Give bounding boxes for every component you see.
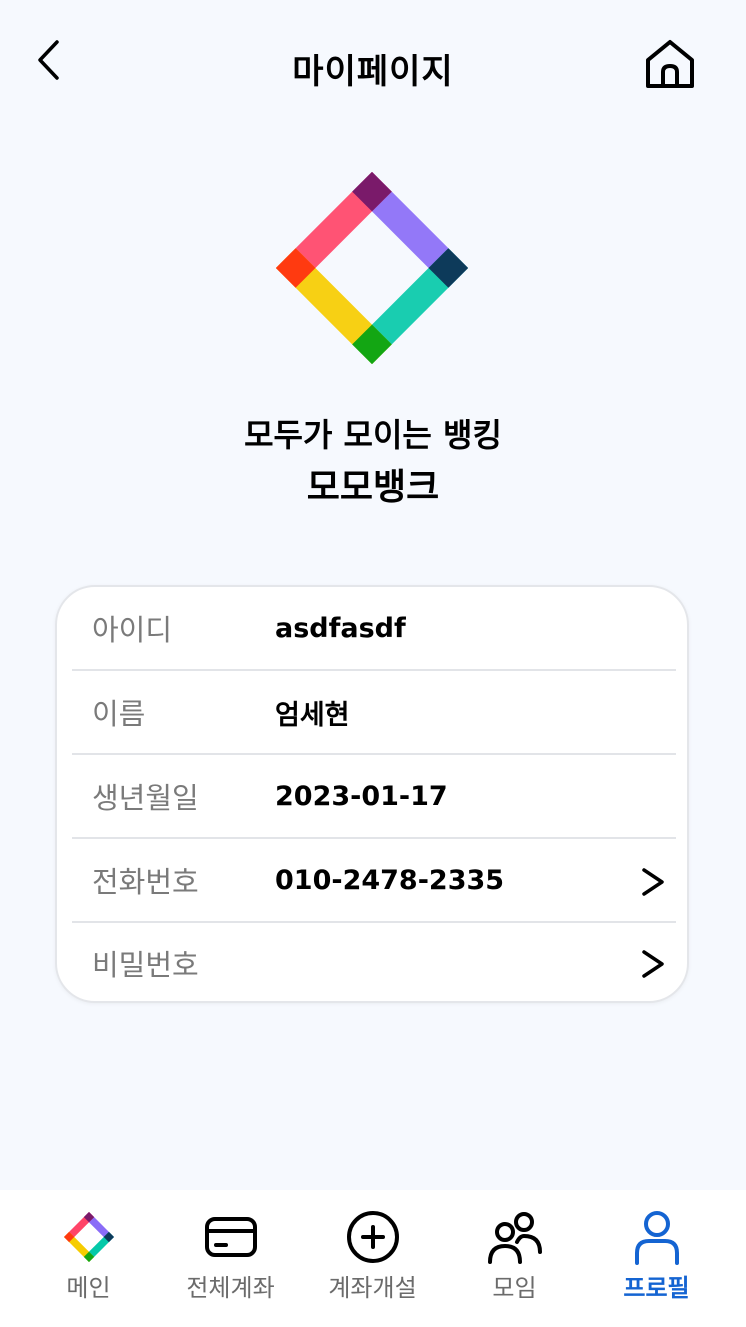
tab-profile[interactable]: 프로필 (582, 1190, 731, 1327)
tab-label: 전체계좌 (186, 1274, 275, 1302)
home-button[interactable] (640, 34, 700, 94)
brand-tagline: 모두가 모이는 뱅킹 (244, 416, 502, 454)
row-value: asdfasdf (275, 612, 406, 644)
profile-row-phone[interactable]: 전화번호 010-2478-2335 (72, 839, 676, 923)
row-value: 010-2478-2335 (275, 864, 505, 896)
plus-circle-icon (346, 1211, 399, 1263)
tab-label: 계좌개설 (328, 1274, 417, 1302)
tab-all-accounts[interactable]: 전체계좌 (156, 1190, 305, 1327)
card-icon (204, 1217, 257, 1257)
people-icon (487, 1212, 542, 1264)
chevron-right-icon[interactable] (640, 865, 666, 899)
header: 마이페이지 (0, 0, 746, 130)
tab-icon-wrap (156, 1208, 305, 1266)
profile-row-name: 이름 엄세현 (72, 671, 676, 755)
tab-open-account[interactable]: 계좌개설 (298, 1190, 447, 1327)
user-icon (634, 1211, 679, 1265)
row-value: 2023-01-17 (275, 780, 448, 812)
tab-icon-wrap (14, 1208, 163, 1266)
row-label: 전화번호 (92, 865, 199, 899)
row-value: 엄세현 (275, 699, 350, 731)
momo-logo-icon (276, 172, 468, 364)
tab-icon-wrap (582, 1208, 731, 1266)
tab-label: 메인 (66, 1274, 111, 1302)
profile-row-password[interactable]: 비밀번호 (72, 921, 676, 1005)
chevron-right-icon[interactable] (640, 947, 666, 981)
tab-main[interactable]: 메인 (14, 1190, 163, 1327)
tab-label: 프로필 (623, 1274, 690, 1302)
row-label: 이름 (92, 697, 146, 731)
row-label: 아이디 (92, 613, 173, 647)
home-icon (646, 40, 694, 88)
logo-icon (63, 1212, 114, 1262)
profile-row-id: 아이디 asdfasdf (72, 587, 676, 671)
brand-name: 모모뱅크 (306, 467, 440, 508)
profile-card: 아이디 asdfasdf 이름 엄세현 생년월일 2023-01-17 전화번호… (55, 585, 689, 1003)
tab-label: 모임 (492, 1274, 537, 1302)
row-label: 생년월일 (92, 781, 199, 815)
profile-row-birthdate: 생년월일 2023-01-17 (72, 755, 676, 839)
page-title: 마이페이지 (292, 52, 454, 92)
tab-group[interactable]: 모임 (440, 1190, 589, 1327)
tab-icon-wrap (298, 1208, 447, 1266)
tab-icon-wrap (440, 1208, 589, 1266)
row-label: 비밀번호 (92, 948, 199, 982)
bottom-tab-bar: 메인 전체계좌 계좌개설 모임 프로필 (0, 1190, 746, 1327)
